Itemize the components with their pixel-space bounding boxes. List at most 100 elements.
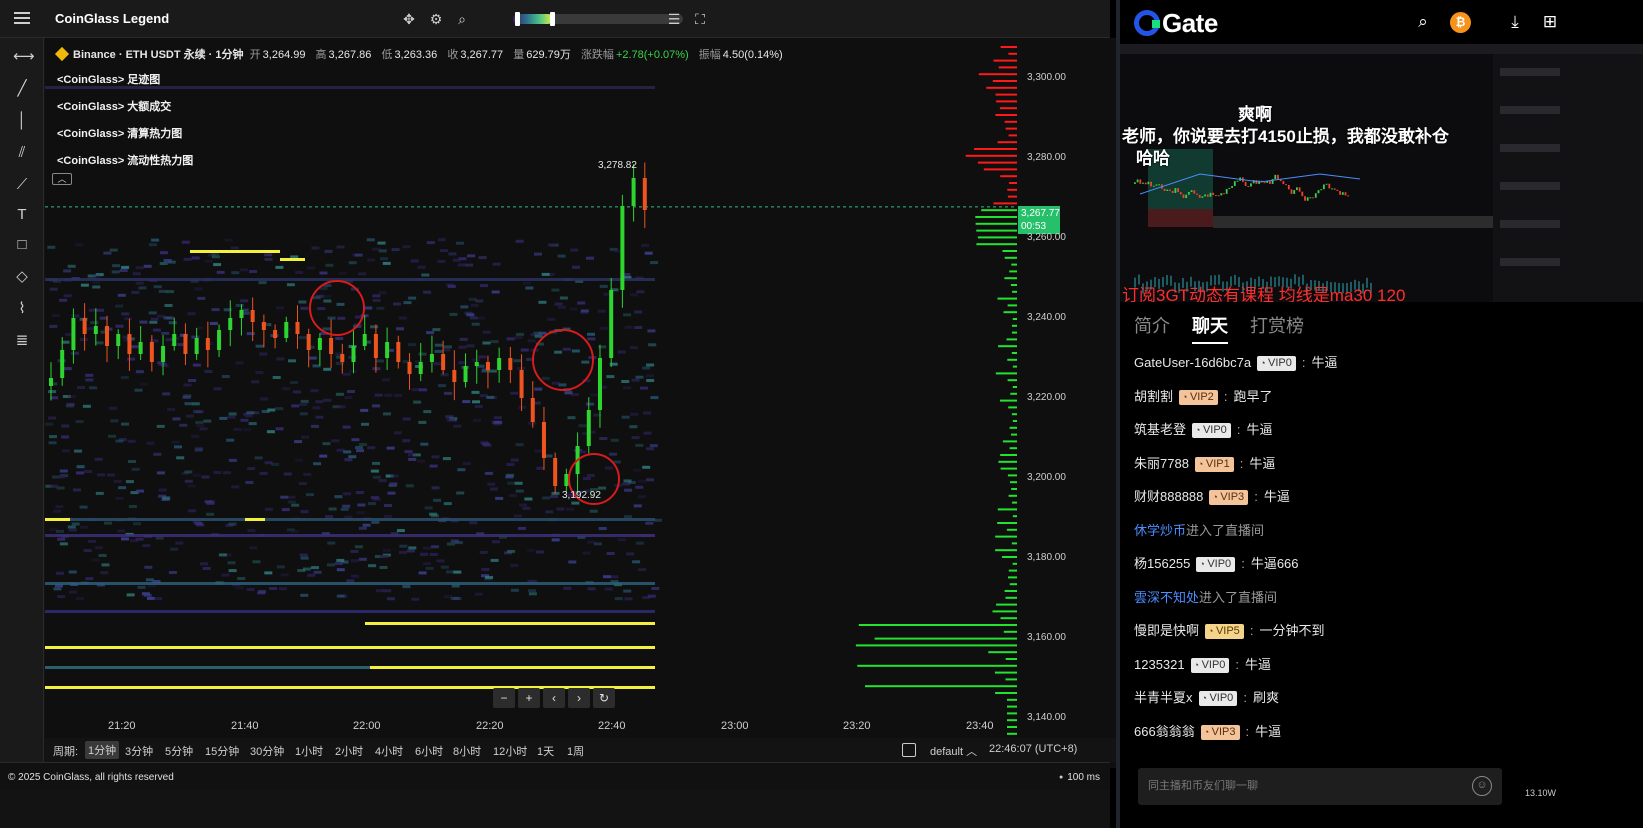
heatmap-threshold-slider[interactable] [513, 12, 683, 26]
menu-icon[interactable] [14, 12, 30, 26]
heatmap-cell [515, 489, 524, 493]
screenshot-icon[interactable]: ⛶ [692, 11, 708, 27]
filter-settings-icon[interactable]: ☰ [666, 11, 682, 27]
tab-chat[interactable]: 聊天 [1192, 312, 1228, 344]
slider-knob-high[interactable] [550, 12, 555, 26]
chat-username[interactable]: 半青半夏x [1134, 690, 1193, 705]
log-scale-checkbox[interactable] [902, 743, 916, 757]
theme-select[interactable]: default ︿ [930, 743, 977, 759]
period-option[interactable]: 30分钟 [250, 743, 284, 759]
period-option[interactable]: 1分钟 [85, 741, 120, 759]
bitcoin-icon[interactable]: ₿ [1450, 12, 1471, 33]
heatmap-cell [383, 589, 392, 593]
rectangle-icon[interactable]: □ [13, 236, 31, 254]
heatmap-cell [408, 296, 417, 300]
reset-chart-button[interactable]: ↻ [593, 688, 615, 708]
chat-username[interactable]: 雲深不知处 [1134, 590, 1199, 605]
heatmap-cell [67, 395, 76, 399]
chat-username[interactable]: 666翁翁翁 [1134, 724, 1195, 739]
period-option[interactable]: 6小时 [415, 743, 443, 759]
tab-intro[interactable]: 简介 [1134, 312, 1170, 338]
period-option[interactable]: 15分钟 [205, 743, 239, 759]
heatmap-cell [640, 386, 649, 390]
heatmap-cell [342, 425, 351, 429]
ray-icon[interactable]: ⟋ [13, 176, 31, 194]
heatmap-cell [295, 271, 304, 274]
heatmap-cell [183, 383, 192, 387]
live-video-stream[interactable]: 爽啊 老师，你说要去打4150止损，我都没敢补仓 哈哈 订阅3GT动态有课程 均… [1120, 44, 1643, 302]
chat-input[interactable] [1148, 777, 1448, 795]
slider-knob-low[interactable] [515, 12, 520, 26]
heatmap-cell [350, 549, 359, 553]
legend-liquidity-heatmap[interactable]: <CoinGlass> 流动性热力图 [57, 152, 193, 168]
trend-line-icon[interactable]: ╱ [13, 80, 31, 98]
search-icon[interactable]: ⌕ [1413, 12, 1433, 32]
heatmap-cell [158, 488, 167, 492]
zoom-out-button[interactable]: − [493, 688, 515, 708]
chat-username[interactable]: 休学炒币 [1134, 523, 1186, 538]
chat-username[interactable]: 朱丽7788 [1134, 456, 1189, 471]
chat-username[interactable]: 筑基老登 [1134, 422, 1186, 437]
ask-depth-bar [1007, 188, 1017, 191]
chat-message: 胡割割VIP2:跑早了 [1134, 386, 1272, 405]
chat-username[interactable]: 1235321 [1134, 657, 1185, 672]
scroll-right-button[interactable]: › [568, 688, 590, 708]
high-value: 3,267.86 [328, 49, 372, 61]
stream-candle [1196, 193, 1198, 195]
vertical-line-icon[interactable]: │ [13, 112, 31, 130]
parallel-channel-icon[interactable]: ⫽ [13, 144, 31, 162]
period-option[interactable]: 12小时 [493, 743, 527, 759]
period-option[interactable]: 1小时 [295, 743, 323, 759]
stream-panel-row [1500, 258, 1560, 266]
chat-username[interactable]: 财财888888 [1134, 489, 1203, 504]
emoji-icon[interactable]: ☺ [1472, 776, 1492, 796]
heatmap-cell [586, 402, 595, 406]
horizontal-line-icon[interactable]: ⟷ [13, 48, 35, 66]
settings-icon[interactable]: ⚙ [428, 11, 444, 27]
text-tool-icon[interactable]: T [13, 206, 31, 224]
heatmap-cell [298, 336, 307, 340]
chat-text: 牛逼 [1246, 422, 1273, 437]
measure-icon[interactable]: ≣ [13, 332, 31, 350]
heatmap-cell [644, 251, 653, 255]
apps-grid-icon[interactable]: ⊞ [1540, 12, 1560, 32]
download-icon[interactable]: ⤓ [1505, 12, 1525, 32]
pattern-icon[interactable]: ⌇ [13, 300, 31, 318]
heatmap-cell [323, 367, 332, 371]
period-option[interactable]: 3分钟 [125, 743, 153, 759]
period-option[interactable]: 1天 [537, 743, 554, 759]
clock-timezone[interactable]: 22:46:07 (UTC+8) [989, 743, 1077, 755]
bid-depth-bar [995, 535, 1017, 538]
period-option[interactable]: 8小时 [453, 743, 481, 759]
heatmap-cell [115, 497, 124, 500]
heatmap-cell [79, 505, 88, 509]
period-option[interactable]: 1周 [567, 743, 584, 759]
heatmap-cell [396, 529, 405, 533]
scroll-left-button[interactable]: ‹ [543, 688, 565, 708]
heatmap-cell [631, 436, 640, 440]
zoom-in-button[interactable]: + [518, 688, 540, 708]
period-option[interactable]: 2小时 [335, 743, 363, 759]
legend-liquidation-heatmap[interactable]: <CoinGlass> 清算热力图 [57, 125, 182, 141]
period-option[interactable]: 4小时 [375, 743, 403, 759]
stream-candle [1277, 174, 1279, 180]
chat-username[interactable]: 杨156255 [1134, 556, 1190, 571]
stream-candle [1341, 192, 1344, 195]
period-option[interactable]: 5分钟 [165, 743, 193, 759]
chat-username[interactable]: 胡割割 [1134, 389, 1173, 404]
fib-icon[interactable]: ◇ [13, 268, 31, 286]
chat-username[interactable]: 慢即是快啊 [1134, 623, 1199, 638]
chat-username[interactable]: GateUser-16d6bc7a [1134, 355, 1251, 370]
gate-logo[interactable]: Gate [1134, 8, 1218, 39]
zoom-icon[interactable]: ⌕ [454, 11, 470, 27]
chart-plot-area[interactable]: Binance · ETH USDT 永续 · 1分钟 开 3,264.99 高3… [45, 38, 1130, 768]
collapse-legend-button[interactable]: ︿ [52, 173, 72, 185]
tab-tips-ranking[interactable]: 打赏榜 [1250, 312, 1304, 338]
heatmap-cell [162, 392, 171, 396]
crosshair-icon[interactable]: ✥ [401, 11, 417, 27]
legend-large-trades[interactable]: <CoinGlass> 大额成交 [57, 98, 171, 114]
legend-footprint[interactable]: <CoinGlass> 足迹图 [57, 71, 160, 87]
heatmap-cell [589, 509, 598, 513]
heatmap-cell [643, 431, 652, 435]
heatmap-cell [358, 526, 367, 530]
